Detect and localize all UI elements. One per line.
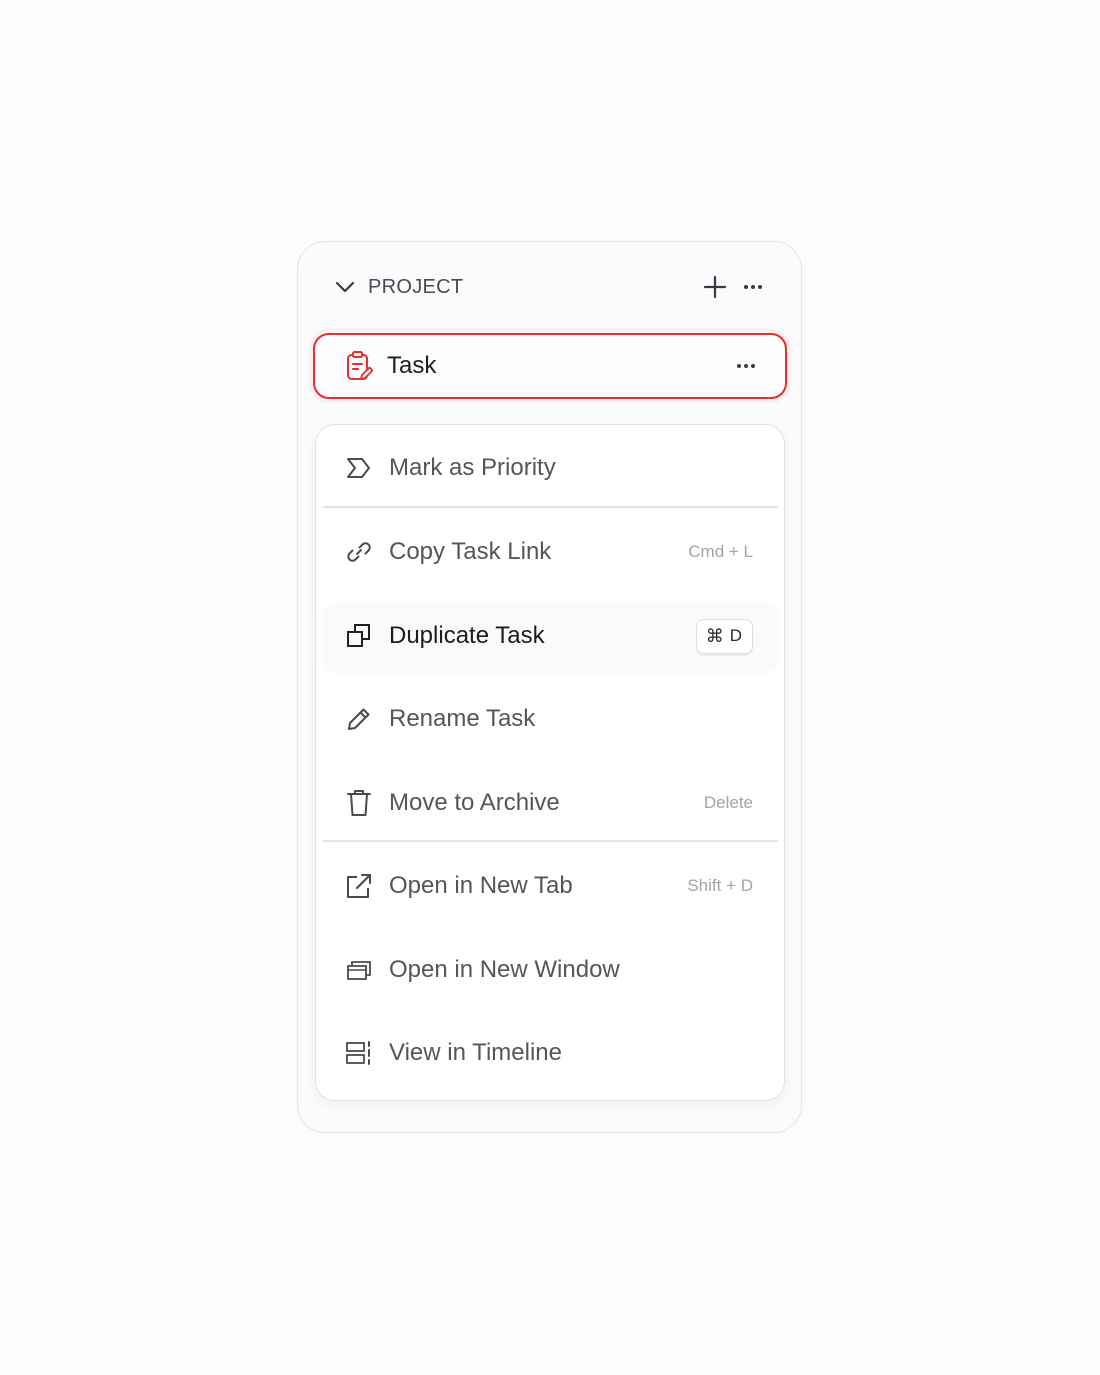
section-header: PROJECT [334,270,767,304]
menu-divider [323,840,778,842]
timeline-icon [345,1039,373,1067]
menu-item-label: Duplicate Task [389,622,545,649]
menu-item-label: Open in New Tab [389,872,573,899]
command-key-icon: ⌘ [705,625,724,647]
clipboard-edit-icon [345,350,373,382]
menu-divider [323,506,778,508]
link-icon [345,538,373,566]
menu-item-open-new-window[interactable]: Open in New Window [323,937,778,1003]
menu-item-label: Open in New Window [389,956,620,983]
menu-item-copy-link[interactable]: Copy Task Link Cmd + L [323,519,778,585]
shortcut-key: D [729,626,742,645]
keyboard-shortcut-badge: ⌘ D [695,618,753,654]
section-title: PROJECT [368,275,464,298]
priority-chevron-icon [345,454,373,482]
task-label: Task [387,352,437,379]
task-item[interactable]: Task [313,333,787,399]
menu-item-label: Move to Archive [389,789,560,816]
menu-item-rename[interactable]: Rename Task [323,686,778,752]
menu-item-archive[interactable]: Move to Archive Delete [323,770,778,836]
menu-item-label: Mark as Priority [389,454,556,481]
external-link-icon [345,872,373,900]
shortcut-hint: Cmd + L [688,542,753,561]
shortcut-hint: Shift + D [687,876,753,895]
menu-item-view-timeline[interactable]: View in Timeline [323,1020,778,1086]
window-icon [345,956,373,984]
chevron-down-icon[interactable] [334,276,356,298]
menu-item-mark-priority[interactable]: Mark as Priority [323,435,778,501]
project-panel: PROJECT Task Mark as Priority Copy Task … [297,241,802,1133]
menu-item-open-new-tab[interactable]: Open in New Tab Shift + D [323,853,778,919]
more-horizontal-icon[interactable] [733,353,759,379]
plus-icon[interactable] [701,273,729,301]
menu-item-label: Copy Task Link [389,538,552,565]
menu-item-duplicate[interactable]: Duplicate Task ⌘ D [323,603,778,669]
trash-icon [345,789,373,817]
context-menu: Mark as Priority Copy Task Link Cmd + L [315,424,785,1101]
pencil-icon [345,705,373,733]
more-horizontal-icon[interactable] [739,273,767,301]
shortcut-hint: Delete [703,793,753,812]
duplicate-icon [345,622,373,650]
menu-item-label: Rename Task [389,705,536,732]
menu-item-label: View in Timeline [389,1039,562,1066]
